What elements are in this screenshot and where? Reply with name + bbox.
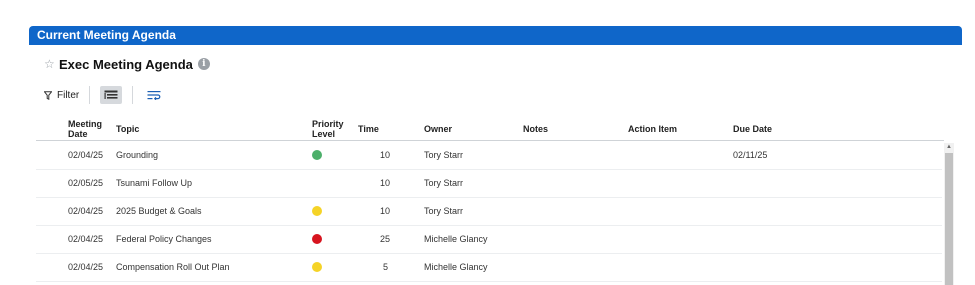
table-row[interactable]: 02/05/25 Tsunami Follow Up 10 Tory Starr xyxy=(36,169,942,198)
column-header-label: Meeting xyxy=(68,119,103,129)
cell-date[interactable]: 02/04/25 xyxy=(68,141,103,169)
cell-time[interactable]: 10 xyxy=(380,141,390,169)
wrap-text-button[interactable] xyxy=(143,86,165,104)
filter-label: Filter xyxy=(57,89,80,101)
group-rows-button[interactable] xyxy=(100,86,123,104)
column-header-label: Date xyxy=(68,129,88,139)
vertical-scrollbar[interactable]: ▲ xyxy=(944,143,954,285)
column-header-action-item[interactable]: Action Item xyxy=(628,124,677,134)
column-header-owner[interactable]: Owner xyxy=(424,124,452,134)
cell-time[interactable]: 10 xyxy=(380,197,390,225)
cell-owner[interactable]: Michelle Glancy xyxy=(424,225,488,253)
cell-topic[interactable]: 2025 Budget & Goals xyxy=(116,197,202,225)
column-header-notes[interactable]: Notes xyxy=(523,124,548,134)
filter-icon xyxy=(44,90,52,100)
cell-topic[interactable]: Compensation Roll Out Plan xyxy=(116,253,230,281)
cell-topic[interactable]: Tsunami Follow Up xyxy=(116,169,192,197)
toolbar: Filter xyxy=(44,85,165,105)
column-header-label: Level xyxy=(312,129,336,139)
star-outline-icon[interactable]: ☆ xyxy=(44,57,58,71)
column-header-priority-level[interactable]: Priority Level xyxy=(312,119,344,139)
column-header-due-date[interactable]: Due Date xyxy=(733,124,772,134)
cell-topic[interactable]: Grounding xyxy=(116,141,158,169)
column-header-time[interactable]: Time xyxy=(358,124,379,134)
panel-title: Current Meeting Agenda xyxy=(37,28,176,42)
cell-time[interactable]: 5 xyxy=(383,253,388,281)
table-row[interactable]: 02/04/25 Compensation Roll Out Plan 5 Mi… xyxy=(36,253,942,282)
sheet-title-row: ☆ Exec Meeting Agenda i xyxy=(44,55,210,73)
cell-owner[interactable]: Tory Starr xyxy=(424,169,463,197)
cell-owner[interactable]: Tory Starr xyxy=(424,141,463,169)
cell-time[interactable]: 25 xyxy=(380,225,390,253)
table-row[interactable]: 02/04/25 2025 Budget & Goals 10 Tory Sta… xyxy=(36,197,942,226)
sheet-title: Exec Meeting Agenda xyxy=(59,56,193,72)
cell-date[interactable]: 02/04/25 xyxy=(68,197,103,225)
cell-owner[interactable]: Tory Starr xyxy=(424,197,463,225)
cell-date[interactable]: 02/05/25 xyxy=(68,169,103,197)
cell-topic[interactable]: Federal Policy Changes xyxy=(116,225,212,253)
scrollbar-thumb[interactable] xyxy=(945,153,953,285)
cell-time[interactable]: 10 xyxy=(380,169,390,197)
group-rows-icon xyxy=(104,90,118,99)
table-row[interactable]: 02/04/25 Federal Policy Changes 25 Miche… xyxy=(36,225,942,254)
panel-header: Current Meeting Agenda xyxy=(29,26,962,45)
cell-due-date[interactable]: 02/11/25 xyxy=(733,141,767,169)
priority-dot-yellow[interactable] xyxy=(312,262,322,272)
table-row[interactable]: 02/04/25 Grounding 10 Tory Starr 02/11/2… xyxy=(36,141,942,170)
wrap-text-icon xyxy=(147,91,161,100)
column-header-topic[interactable]: Topic xyxy=(116,124,139,134)
cell-date[interactable]: 02/04/25 xyxy=(68,225,103,253)
toolbar-divider xyxy=(132,86,134,104)
cell-date[interactable]: 02/04/25 xyxy=(68,253,103,281)
priority-dot-green[interactable] xyxy=(312,150,322,160)
priority-dot-red[interactable] xyxy=(312,234,322,244)
column-header-meeting-date[interactable]: Meeting Date xyxy=(68,119,102,139)
scroll-up-arrow-icon[interactable]: ▲ xyxy=(944,143,954,152)
priority-dot-yellow[interactable] xyxy=(312,206,322,216)
toolbar-divider xyxy=(89,86,91,104)
info-icon[interactable]: i xyxy=(197,58,210,70)
filter-button[interactable]: Filter xyxy=(44,90,79,101)
cell-owner[interactable]: Michelle Glancy xyxy=(424,253,488,281)
column-header-label: Priority xyxy=(312,119,344,129)
